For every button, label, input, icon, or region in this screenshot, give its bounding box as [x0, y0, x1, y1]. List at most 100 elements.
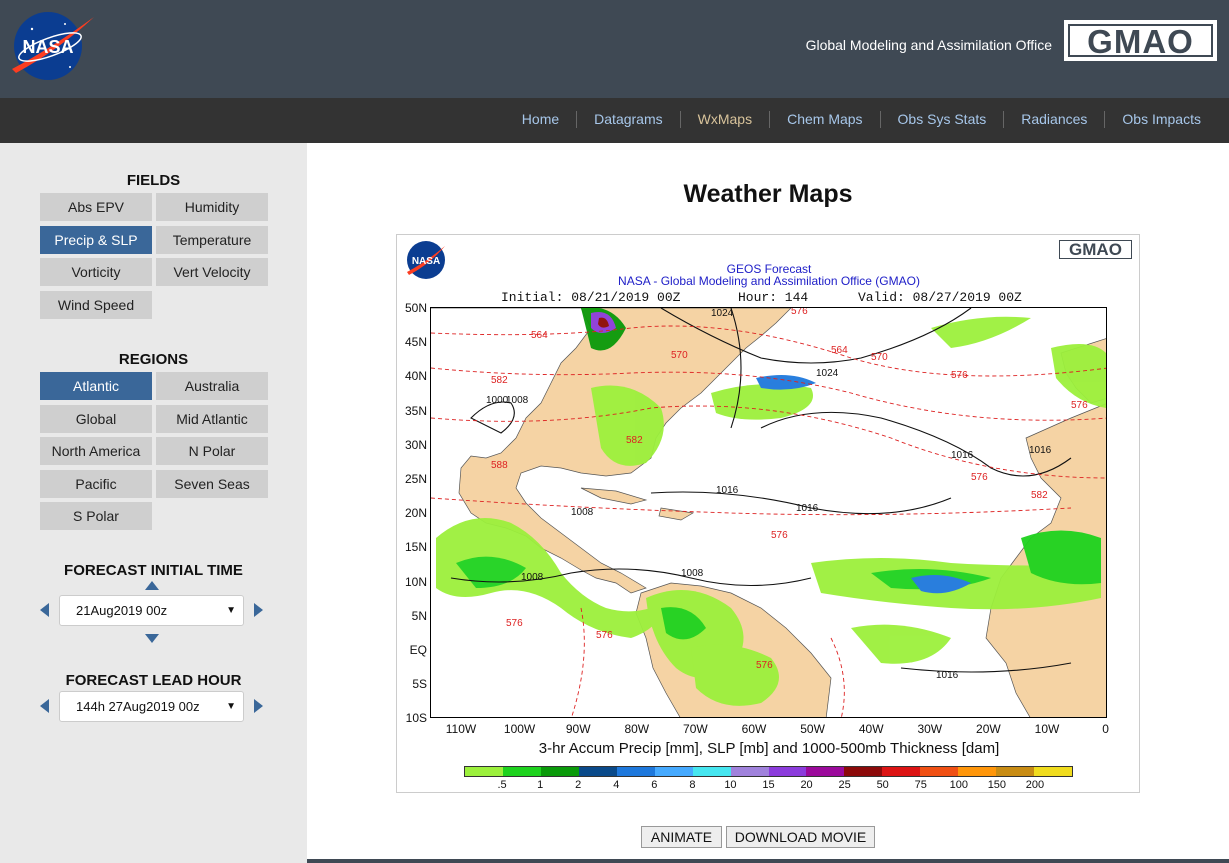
forecast-initial-time-title: FORECAST INITIAL TIME — [64, 562, 243, 579]
fields-button-wind-speed[interactable]: Wind Speed — [40, 290, 152, 319]
land-caribbean — [580, 487, 648, 505]
nav-item-chem-maps[interactable]: Chem Maps — [769, 111, 879, 128]
colorbar-label: 200 — [1025, 779, 1045, 791]
regions-title: REGIONS — [118, 351, 189, 368]
colorbar-swatch — [654, 767, 693, 776]
nav-item-datagrams[interactable]: Datagrams — [576, 111, 679, 128]
regions-button-pacific[interactable]: Pacific — [40, 469, 152, 498]
latitude-label: 5S — [412, 677, 427, 692]
regions-button-mid-atlantic[interactable]: Mid Atlantic — [156, 404, 268, 433]
footer-divider — [307, 859, 1229, 863]
regions-button-australia[interactable]: Australia — [156, 372, 268, 400]
regions-button-seven-seas[interactable]: Seven Seas — [156, 469, 268, 498]
nasa-logo-icon[interactable]: NASA — [10, 9, 96, 83]
colorbar-label: .5 — [497, 779, 507, 791]
latitude-label: 5N — [411, 608, 427, 623]
contour-label: 576 — [596, 630, 613, 641]
initial-time-select[interactable]: 21Aug2019 00z ▼ — [59, 595, 244, 626]
contour-label: 1016 — [796, 503, 819, 514]
gmao-logo[interactable]: GMAO — [1064, 20, 1217, 61]
fields-button-temperature[interactable]: Temperature — [156, 225, 268, 254]
nav-item-radiances[interactable]: Radiances — [1003, 111, 1104, 128]
longitude-label: 30W — [917, 722, 943, 736]
download-movie-button[interactable]: DOWNLOAD MOVIE — [726, 826, 875, 848]
contour-label: 570 — [671, 350, 688, 361]
contour-label: 1008 — [681, 568, 704, 579]
fields-button-abs-epv[interactable]: Abs EPV — [40, 193, 152, 221]
fields-button-vorticity[interactable]: Vorticity — [40, 258, 152, 286]
contour-label: 588 — [491, 460, 508, 471]
longitude-label: 110W — [445, 722, 477, 736]
longitude-label: 20W — [976, 722, 1001, 736]
chevron-down-icon: ▼ — [226, 701, 236, 712]
forecast-hour: Hour: 144 — [738, 290, 809, 305]
contour-label: 1016 — [1029, 445, 1052, 456]
contour-label: 576 — [506, 618, 523, 629]
colorbar-swatch — [578, 767, 617, 776]
latitude-label: 15N — [404, 540, 427, 555]
weather-map-figure: NASA GMAO GEOS Forecast NASA - Global Mo… — [396, 234, 1140, 793]
contour-label: 582 — [626, 435, 643, 446]
longitude-label: 100W — [503, 722, 536, 736]
contour-label: 576 — [756, 660, 773, 671]
contour-label: 576 — [771, 530, 788, 541]
forecast-valid: Valid: 08/27/2019 00Z — [858, 290, 1022, 305]
longitude-label: 80W — [624, 722, 650, 736]
forecast-subtitle: NASA - Global Modeling and Assimilation … — [618, 274, 920, 288]
regions-button-atlantic[interactable]: Atlantic — [40, 372, 152, 400]
colorbar-label: 20 — [800, 779, 813, 791]
latitude-label: 25N — [404, 472, 427, 486]
fields-title: FIELDS — [126, 172, 181, 189]
contour-label: 1016 — [951, 450, 974, 461]
animate-button[interactable]: ANIMATE — [641, 826, 722, 848]
latitude-label: 10N — [404, 574, 427, 589]
colorbar-swatch — [1034, 767, 1072, 776]
colorbar-label: 2 — [575, 779, 582, 791]
initial-time-down-arrow-icon[interactable] — [145, 634, 159, 643]
regions-button-global[interactable]: Global — [40, 404, 152, 433]
lead-hour-select[interactable]: 144h 27Aug2019 00z ▼ — [59, 691, 244, 722]
colorbar-label: 6 — [651, 779, 658, 791]
colorbar-swatch — [844, 767, 883, 776]
initial-time-value: 21Aug2019 00z — [76, 603, 168, 618]
nav-item-wxmaps[interactable]: WxMaps — [679, 111, 769, 128]
lead-hour-prev-arrow-icon[interactable] — [40, 699, 49, 713]
contour-label: 576 — [951, 370, 968, 381]
colorbar-swatch — [768, 767, 807, 776]
precip-map: 1024 1024 1016 1016 1016 1016 1008 1008 1008 1008… — [430, 307, 1107, 718]
colorbar-swatch — [920, 767, 959, 776]
latitude-label: EQ — [409, 643, 427, 657]
colorbar-label: 25 — [838, 779, 851, 791]
colorbar-swatch — [692, 767, 731, 776]
colorbar-swatch — [882, 767, 921, 776]
fields-button-vert-velocity[interactable]: Vert Velocity — [156, 258, 268, 286]
regions-button-s-polar[interactable]: S Polar — [40, 502, 152, 530]
latitude-label: 50N — [404, 301, 427, 315]
regions-button-north-america[interactable]: North America — [40, 437, 152, 465]
nav-item-obs-impacts[interactable]: Obs Impacts — [1104, 111, 1218, 128]
initial-time-next-arrow-icon[interactable] — [254, 603, 263, 617]
fields-button-humidity[interactable]: Humidity — [156, 193, 268, 221]
colorbar-swatch — [540, 767, 579, 776]
contour-label: 576 — [1071, 400, 1088, 411]
colorbar-label: 4 — [613, 779, 620, 791]
initial-time-up-arrow-icon[interactable] — [145, 581, 159, 590]
colorbar-label: 100 — [949, 779, 968, 791]
nav-item-home[interactable]: Home — [505, 111, 576, 128]
contour-label: 1016 — [936, 670, 959, 681]
fields-button-precip-slp[interactable]: Precip & SLP — [40, 225, 152, 254]
longitude-label: 70W — [683, 722, 708, 736]
nav-item-obs-sys-stats[interactable]: Obs Sys Stats — [879, 111, 1004, 128]
longitude-label: 50W — [800, 722, 825, 736]
main-nav: Home Datagrams WxMaps Chem Maps Obs Sys Stat… — [0, 98, 1229, 143]
contour-label: 1008 — [506, 395, 529, 406]
latitude-label: 30N — [404, 437, 427, 452]
nav-links: Home Datagrams WxMaps Chem Maps Obs Sys Stat… — [505, 111, 1218, 128]
longitude-label: 40W — [858, 722, 884, 736]
lead-hour-next-arrow-icon[interactable] — [254, 699, 263, 713]
page-title: Weather Maps — [683, 180, 853, 208]
contour-label: 564 — [531, 330, 548, 341]
initial-time-prev-arrow-icon[interactable] — [40, 603, 49, 617]
regions-button-n-polar[interactable]: N Polar — [156, 437, 268, 465]
colorbar-label: 1 — [537, 779, 544, 791]
